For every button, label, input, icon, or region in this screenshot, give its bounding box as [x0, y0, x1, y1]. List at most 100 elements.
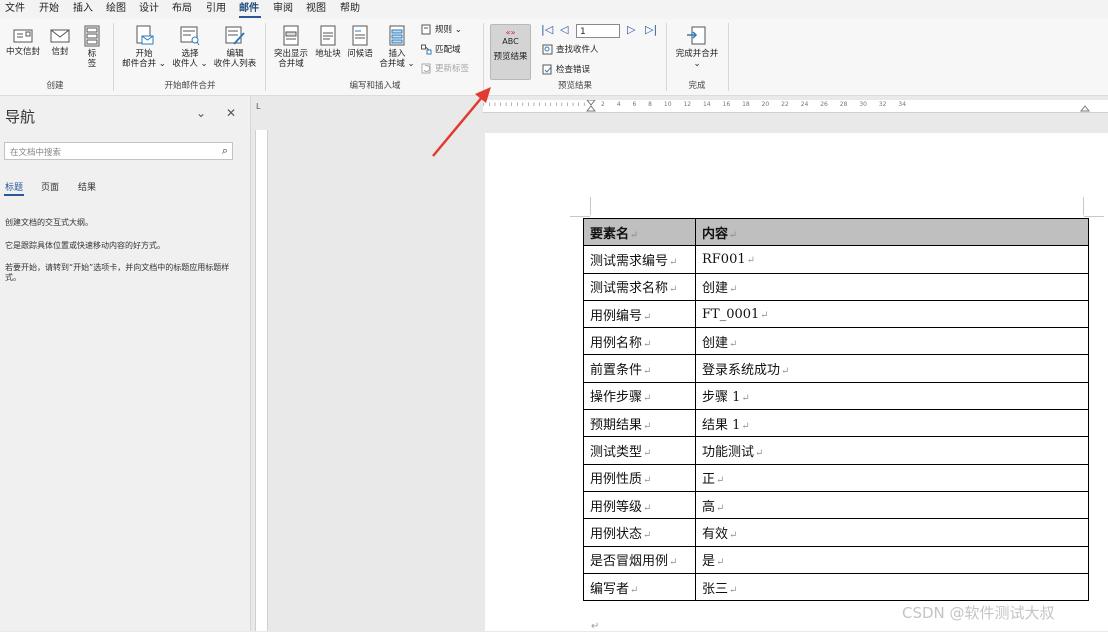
envelope-icon	[50, 29, 70, 43]
cell-text: 结果 1	[702, 417, 741, 433]
group-create-label: 创建	[46, 81, 64, 91]
paragraph-mark: ↵	[643, 420, 652, 432]
nav-pane-title: 导航	[5, 108, 36, 126]
table-cell[interactable]: 结果 1↵	[695, 409, 1089, 438]
menu-review[interactable]: 审阅	[273, 3, 293, 15]
previous-record-icon[interactable]: ◁	[560, 24, 568, 36]
close-icon[interactable]: ✕	[226, 106, 236, 120]
record-number-input[interactable]: 1	[576, 24, 620, 38]
cell-text: RF001	[702, 251, 746, 267]
right-indent-marker-icon[interactable]	[1080, 100, 1090, 112]
menu-view[interactable]: 视图	[306, 3, 326, 15]
next-record-icon[interactable]: ▷	[627, 24, 635, 36]
table-cell[interactable]: 用例性质↵	[583, 463, 696, 492]
find-recipient-button[interactable]: 查找收件人	[542, 44, 599, 56]
table-cell[interactable]: 高↵	[695, 490, 1089, 520]
table-cell[interactable]: 测试需求名称↵	[583, 272, 696, 301]
table-cell[interactable]: 创建↵	[695, 327, 1089, 356]
table-cell[interactable]: 功能测试↵	[695, 436, 1089, 465]
first-record-icon[interactable]: |◁	[541, 24, 553, 36]
menu-bar: 文件 开始 插入 绘图 设计 布局 引用 邮件 审阅 视图 帮助	[0, 0, 1108, 19]
table-header-cell[interactable]: 要素名↵	[583, 217, 696, 247]
check-errors-icon	[542, 64, 553, 75]
edit-recipients-button[interactable]: 编辑 收件人列表	[210, 25, 260, 69]
group-start-merge-label: 开始邮件合并	[164, 81, 216, 91]
horizontal-ruler: ı ı ı ı ı ı ı ı ı ı ı ı ı ı ı ı ı ı ı 2 …	[483, 100, 1108, 113]
highlight-merge-fields-button[interactable]: 突出显示 合并域	[270, 25, 312, 69]
table-row: 测试需求名称↵ 创建↵	[583, 272, 1089, 301]
table-cell[interactable]: 正↵	[695, 463, 1089, 492]
tab-headings[interactable]: 标题	[5, 180, 23, 193]
paragraph-mark: ↵	[669, 557, 678, 569]
table-cell[interactable]: 有效↵	[695, 518, 1089, 547]
indent-marker-icon[interactable]	[586, 100, 596, 112]
menu-home[interactable]: 开始	[39, 3, 59, 15]
table-row: 操作步骤↵ 步骤 1↵	[583, 381, 1089, 411]
table-row: 测试需求编号↵ RF001↵	[583, 245, 1089, 274]
cell-text: 测试类型	[590, 445, 643, 461]
cell-text: 高	[702, 499, 716, 515]
cell-text: 创建	[702, 281, 729, 297]
menu-help[interactable]: 帮助	[340, 3, 360, 15]
table-cell[interactable]: 张三↵	[695, 572, 1089, 602]
insert-merge-field-button[interactable]: 插入 合并域 ⌄	[376, 25, 418, 69]
tab-pages[interactable]: 页面	[41, 180, 59, 193]
table-cell[interactable]: 用例状态↵	[583, 518, 696, 547]
envelope-cn-icon	[13, 29, 33, 43]
table-cell[interactable]: 操作步骤↵	[583, 381, 696, 411]
labels-button[interactable]: 标签	[80, 25, 104, 69]
chinese-envelope-button[interactable]: 中文信封	[3, 27, 43, 57]
test-case-table[interactable]: 要素名↵ 内容↵ 测试需求编号↵ RF001↵ 测试需求名称↵ 创建↵ 用例编号↵ F…	[583, 217, 1089, 602]
menu-references[interactable]: 引用	[206, 3, 226, 15]
greeting-line-button[interactable]: 问候语	[344, 25, 376, 59]
last-record-icon[interactable]: ▷|	[645, 24, 657, 36]
menu-design[interactable]: 设计	[139, 3, 159, 15]
group-separator	[265, 23, 266, 91]
table-cell[interactable]: 预期结果↵	[583, 409, 696, 438]
select-recipients-button[interactable]: 选择 收件人 ⌄	[168, 25, 212, 69]
menu-insert[interactable]: 插入	[73, 3, 93, 15]
table-cell[interactable]: 是↵	[695, 545, 1089, 574]
update-labels-button[interactable]: 更新标签	[421, 63, 469, 75]
table-cell[interactable]: 用例名称↵	[583, 327, 696, 356]
table-cell[interactable]: 用例编号↵	[583, 299, 696, 329]
address-block-button[interactable]: 地址块	[312, 25, 344, 59]
table-cell[interactable]: 前置条件↵	[583, 354, 696, 383]
paragraph-mark: ↵	[729, 529, 738, 541]
table-cell[interactable]: 创建↵	[695, 272, 1089, 301]
select-recipients-line2: 收件人 ⌄	[172, 59, 208, 69]
menu-draw[interactable]: 绘图	[106, 3, 126, 15]
address-block-label: 地址块	[315, 49, 341, 59]
search-input[interactable]: 在文档中搜索 ⌕	[4, 142, 233, 160]
paragraph-mark: ↵	[643, 366, 652, 378]
check-errors-button[interactable]: 检查错误	[542, 64, 590, 76]
nav-options-icon[interactable]: ⌄	[196, 106, 206, 120]
table-cell[interactable]: 编写者↵	[583, 572, 696, 602]
edit-list-icon	[225, 26, 245, 45]
match-fields-button[interactable]: 匹配域	[421, 44, 461, 56]
table-cell[interactable]: 登录系统成功↵	[695, 354, 1089, 383]
search-icon[interactable]: ⌕	[222, 144, 228, 158]
table-cell[interactable]: RF001↵	[695, 245, 1089, 274]
envelope-button[interactable]: 信封	[46, 27, 74, 57]
table-cell[interactable]: 测试需求编号↵	[583, 245, 696, 274]
start-mail-merge-button[interactable]: 开始 邮件合并 ⌄	[118, 25, 170, 69]
table-cell[interactable]: 用例等级↵	[583, 490, 696, 520]
table-cell[interactable]: 步骤 1↵	[695, 381, 1089, 411]
paragraph-mark: ↵	[716, 502, 725, 514]
menu-layout[interactable]: 布局	[172, 3, 192, 15]
table-header-cell[interactable]: 内容↵	[695, 217, 1089, 247]
table-cell[interactable]: FT_0001↵	[695, 299, 1089, 329]
finish-merge-button[interactable]: 完成并合并 ⌄	[672, 25, 722, 69]
preview-results-button[interactable]: «» ABC 预览结果	[490, 24, 531, 80]
paragraph-mark: ↵	[729, 284, 738, 296]
tab-selector[interactable]: L	[256, 102, 260, 111]
tab-results[interactable]: 结果	[78, 180, 96, 193]
paragraph-mark: ↵	[643, 448, 652, 460]
rules-button[interactable]: 规则 ⌄	[421, 24, 462, 36]
menu-mailings[interactable]: 邮件	[239, 3, 259, 15]
table-cell[interactable]: 是否冒烟用例↵	[583, 545, 696, 574]
table-cell[interactable]: 测试类型↵	[583, 436, 696, 465]
insert-field-line1: 插入	[388, 49, 406, 59]
menu-file[interactable]: 文件	[5, 3, 25, 15]
